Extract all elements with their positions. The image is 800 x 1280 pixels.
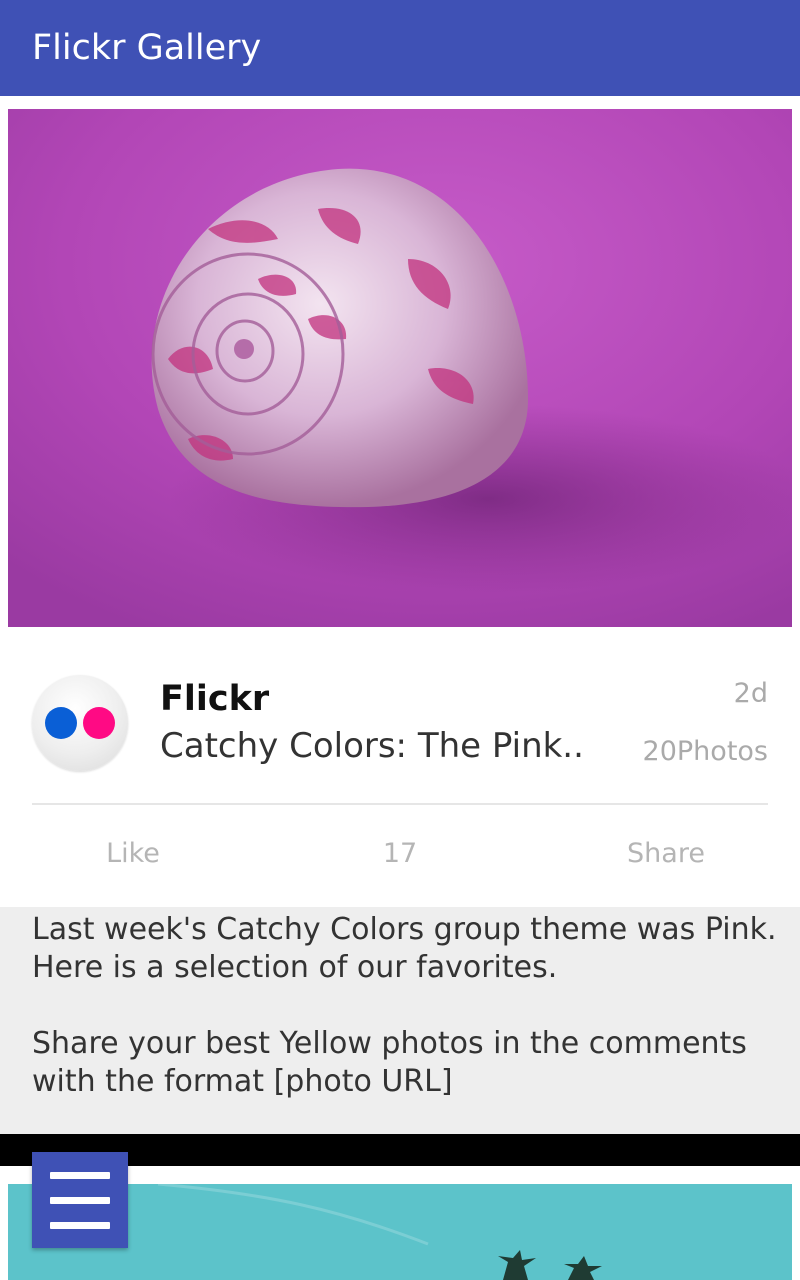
post-age: 2d bbox=[733, 678, 768, 709]
hamburger-menu-icon bbox=[50, 1172, 110, 1179]
author-name[interactable]: Flickr bbox=[160, 679, 269, 719]
menu-button[interactable] bbox=[32, 1152, 128, 1248]
flickr-logo-pink-dot bbox=[83, 707, 115, 739]
like-button[interactable]: Like bbox=[60, 838, 206, 869]
photo-count: 20Photos bbox=[642, 736, 768, 767]
post-title[interactable]: Catchy Colors: The Pink.. bbox=[160, 726, 584, 766]
description-line: Share your best Yellow photos in the com… bbox=[32, 1026, 747, 1061]
seashell-image bbox=[8, 109, 792, 627]
app-bar: Flickr Gallery bbox=[0, 0, 800, 96]
description-gap bbox=[32, 987, 768, 1025]
description-line: Here is a selection of our favorites. bbox=[32, 950, 558, 985]
post-photo[interactable] bbox=[8, 109, 792, 627]
description-line: with the format [photo URL] bbox=[32, 1064, 453, 1099]
avatar[interactable] bbox=[32, 675, 128, 771]
post-description: Last week's Catchy Colors group theme wa… bbox=[0, 907, 800, 1134]
app-title: Flickr Gallery bbox=[32, 28, 262, 68]
description-line: Last week's Catchy Colors group theme wa… bbox=[32, 912, 777, 947]
like-count: 17 bbox=[382, 838, 418, 869]
hamburger-menu-bar bbox=[50, 1197, 110, 1204]
share-button[interactable]: Share bbox=[590, 838, 742, 869]
hamburger-menu-bar bbox=[50, 1222, 110, 1229]
divider bbox=[32, 803, 768, 805]
post-card[interactable]: Flickr Catchy Colors: The Pink.. 2d 20Ph… bbox=[0, 96, 800, 907]
flickr-logo-icon bbox=[45, 707, 77, 739]
